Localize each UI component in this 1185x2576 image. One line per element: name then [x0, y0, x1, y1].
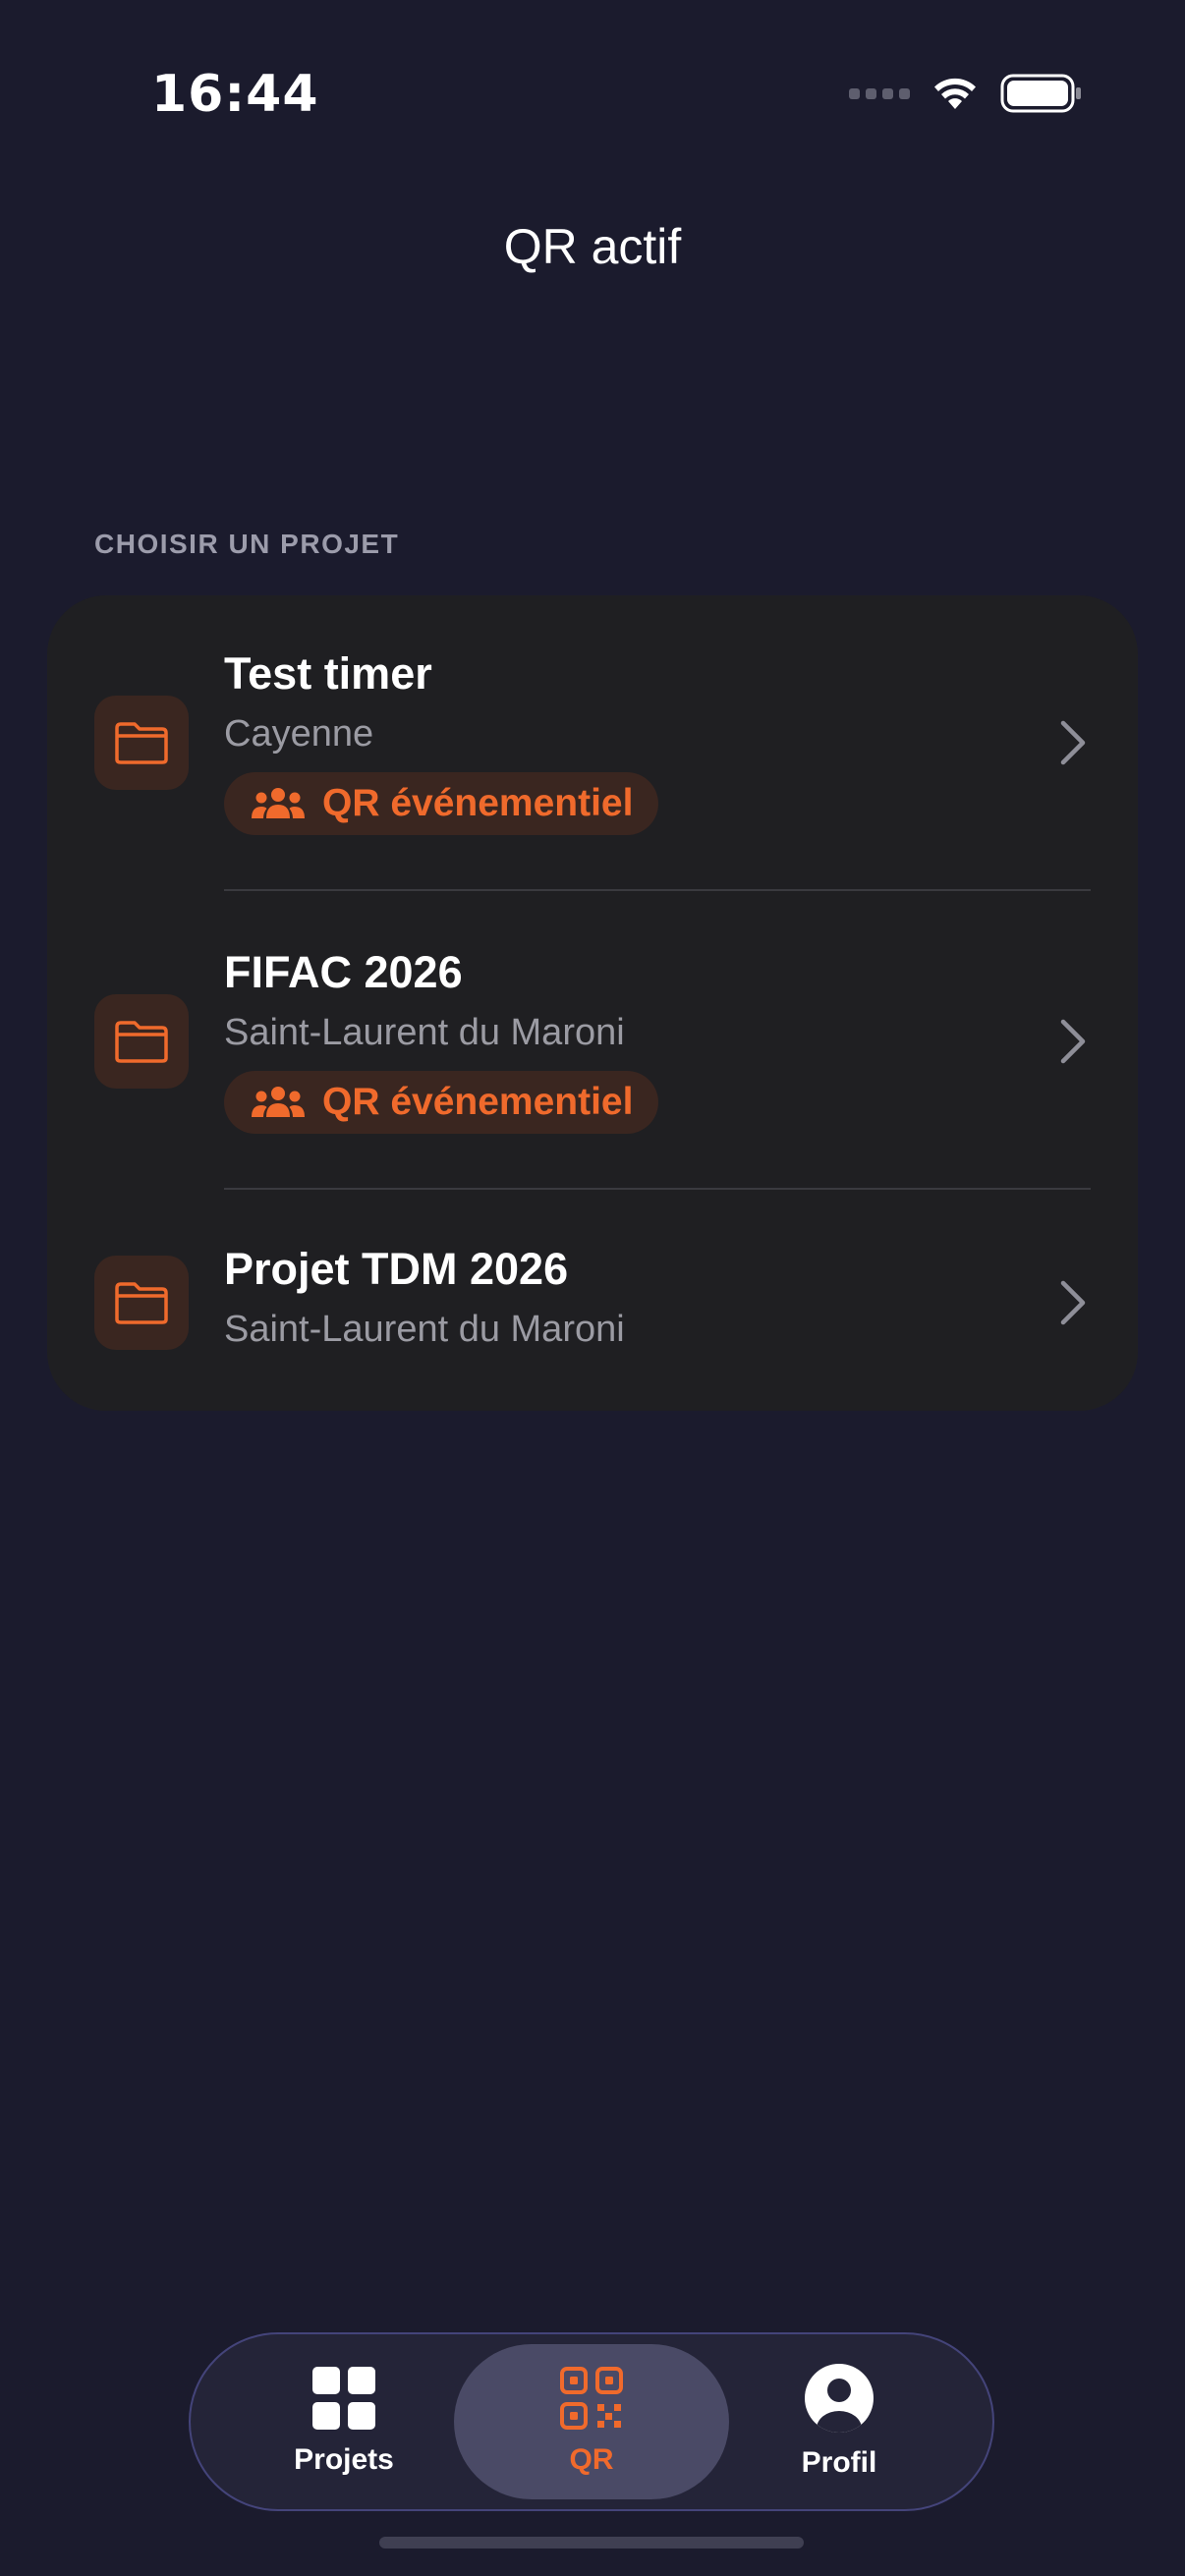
status-icons [849, 73, 1083, 114]
folder-icon [94, 1256, 189, 1350]
project-title: FIFAC 2026 [224, 947, 463, 997]
row-divider [224, 1188, 1091, 1190]
chevron-right-icon [1055, 1016, 1091, 1067]
folder-icon [94, 696, 189, 790]
event-qr-badge: QR événementiel [224, 772, 659, 835]
chevron-right-icon [1055, 717, 1091, 768]
battery-icon [1000, 74, 1081, 113]
tab-label: Profil [801, 2446, 877, 2479]
person-circle-icon [805, 2364, 874, 2433]
grid-icon [312, 2367, 375, 2430]
tab-label: Projets [294, 2443, 394, 2476]
project-title: Test timer [224, 648, 432, 699]
status-bar: 16:44 [0, 0, 1185, 196]
project-title: Projet TDM 2026 [224, 1244, 569, 1294]
project-row-test-timer[interactable]: Test timer Cayenne QR événementiel [47, 595, 1138, 890]
event-qr-badge: QR événementiel [224, 1071, 659, 1134]
status-time: 16:44 [151, 65, 319, 124]
project-location: Saint-Laurent du Maroni [224, 1309, 625, 1350]
badge-label: QR événementiel [322, 1081, 634, 1123]
tab-projets[interactable]: Projets [206, 2344, 481, 2499]
project-row-projet-tdm-2026[interactable]: Projet TDM 2026 Saint-Laurent du Maroni [47, 1191, 1138, 1411]
row-divider [224, 889, 1091, 891]
tab-bar: Projets QR Profil [189, 2332, 994, 2511]
badge-label: QR événementiel [322, 782, 634, 824]
page-title: QR actif [503, 219, 682, 274]
project-list-card: Test timer Cayenne QR événementiel FIFAC… [47, 595, 1138, 1411]
cellular-signal-icon [849, 87, 910, 99]
project-row-fifac-2026[interactable]: FIFAC 2026 Saint-Laurent du Maroni QR év… [47, 892, 1138, 1189]
tab-profil[interactable]: Profil [702, 2344, 977, 2499]
tab-label: QR [569, 2443, 614, 2476]
project-location: Cayenne [224, 713, 374, 755]
people-icon [252, 1087, 305, 1117]
wifi-icon [934, 78, 976, 109]
chevron-right-icon [1055, 1277, 1091, 1328]
section-label: CHOISIR UN PROJET [94, 529, 400, 559]
qr-code-icon [560, 2367, 623, 2430]
home-indicator [379, 2537, 804, 2548]
people-icon [252, 788, 305, 818]
tab-qr[interactable]: QR [454, 2344, 729, 2499]
project-location: Saint-Laurent du Maroni [224, 1012, 625, 1053]
folder-icon [94, 994, 189, 1089]
